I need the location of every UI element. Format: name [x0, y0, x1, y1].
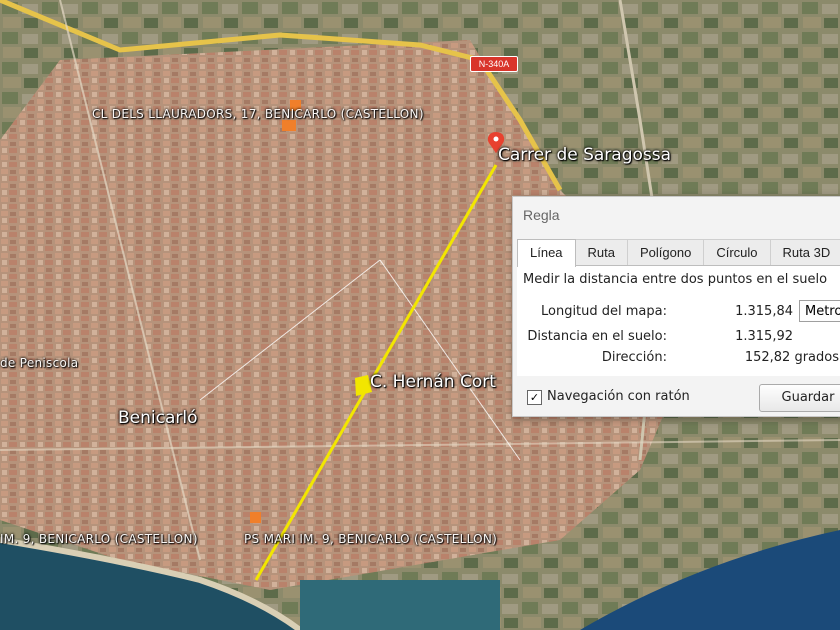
- harbour: [300, 580, 500, 630]
- map-length-value: 1.315,84: [735, 304, 793, 319]
- direction-value: 152,82 grados: [744, 350, 839, 365]
- mouse-navigation-label[interactable]: Navegación con ratón: [547, 389, 690, 404]
- ground-distance-label: Distancia en el suelo:: [527, 329, 667, 344]
- tab-panel: Medir la distancia entre dos puntos en e…: [517, 265, 840, 376]
- address-label[interactable]: IM. 9, BENICARLO (CASTELLON): [0, 532, 198, 546]
- measure-description: Medir la distancia entre dos puntos en e…: [523, 272, 828, 287]
- unit-select[interactable]: Metros: [799, 300, 840, 322]
- direction-label: Dirección:: [601, 350, 667, 365]
- tab-path[interactable]: Ruta: [574, 239, 629, 266]
- town-label: de Peniscola: [0, 356, 79, 370]
- placemark-icon[interactable]: [250, 512, 261, 523]
- road-shield: N-340A: [470, 56, 518, 72]
- address-label[interactable]: PS MARI IM. 9, BENICARLO (CASTELLON): [244, 532, 497, 546]
- map-length-label: Longitud del mapa:: [540, 304, 667, 319]
- mouse-navigation-checkbox[interactable]: ✓: [527, 390, 542, 405]
- ground-distance-value: 1.315,92: [735, 329, 793, 344]
- street-label[interactable]: C. Hernán Cort: [370, 372, 496, 392]
- tab-circle[interactable]: Círculo: [703, 239, 771, 266]
- tab-bar: Línea Ruta Polígono Círculo Ruta 3D: [517, 239, 840, 267]
- placemark-icon[interactable]: [282, 120, 296, 131]
- street-label[interactable]: Carrer de Saragossa: [498, 145, 671, 165]
- town-label: Benicarló: [118, 408, 198, 428]
- tab-polygon[interactable]: Polígono: [627, 239, 705, 266]
- address-label[interactable]: CL DELS LLAURADORS, 17, BENICARLO (CASTE…: [92, 107, 424, 121]
- ruler-dialog: Regla Línea Ruta Polígono Círculo Ruta 3…: [512, 196, 840, 417]
- tab-line[interactable]: Línea: [517, 239, 576, 267]
- dialog-title: Regla: [523, 207, 560, 223]
- tab-3d-path[interactable]: Ruta 3D: [769, 239, 840, 266]
- save-button[interactable]: Guardar: [759, 384, 840, 412]
